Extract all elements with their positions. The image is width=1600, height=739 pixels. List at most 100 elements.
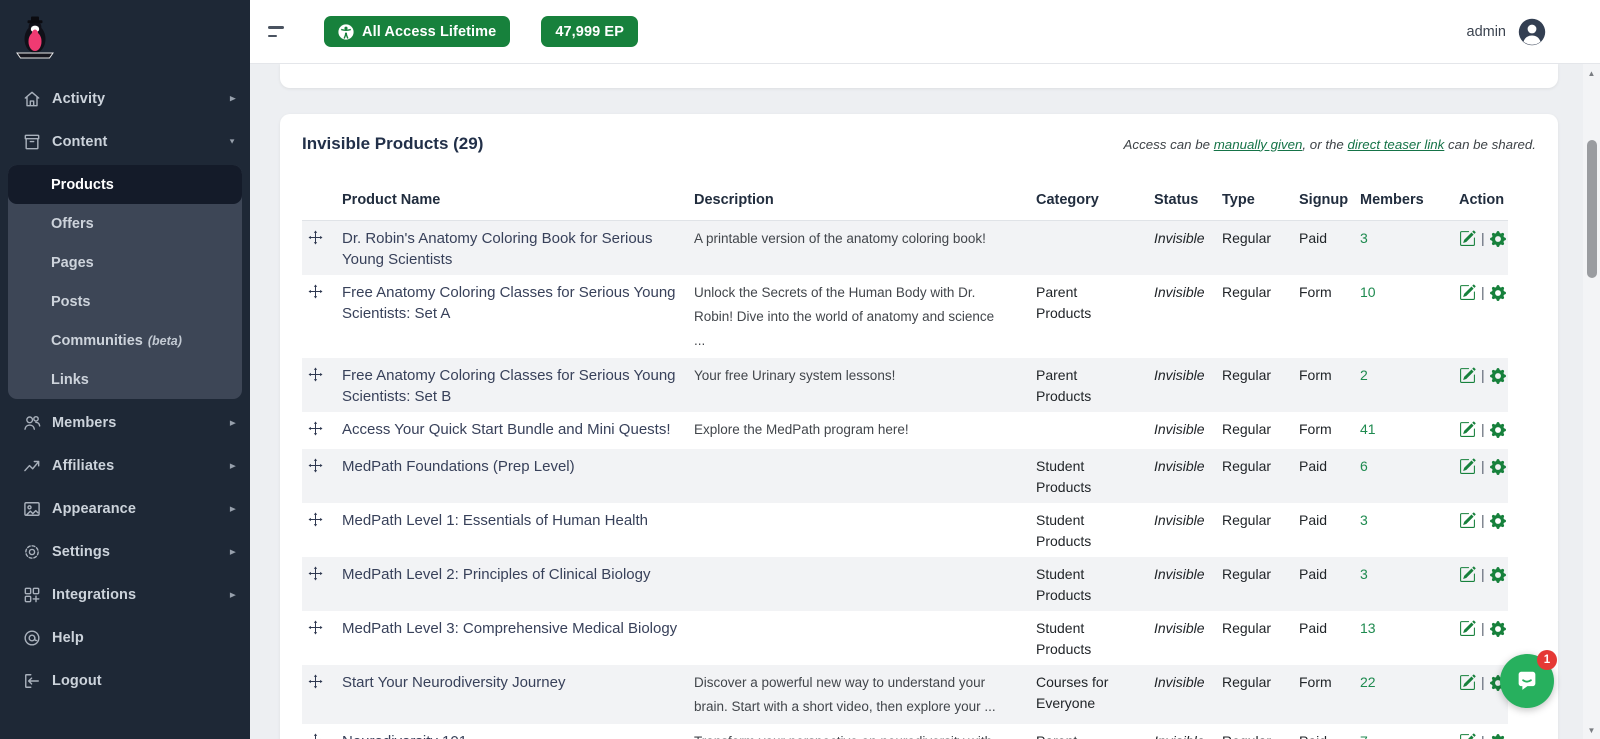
product-settings-button[interactable] — [1490, 422, 1506, 438]
product-signup-cell: Form — [1299, 665, 1360, 724]
members-count-link[interactable]: 7 — [1360, 733, 1368, 739]
edit-product-button[interactable] — [1459, 733, 1476, 739]
drag-handle-icon[interactable] — [308, 367, 323, 382]
members-count-link[interactable]: 3 — [1360, 512, 1368, 528]
members-count-link[interactable]: 6 — [1360, 458, 1368, 474]
hamburger-menu-icon[interactable] — [268, 22, 288, 41]
product-type-cell: Regular — [1222, 412, 1299, 449]
product-category-cell — [1036, 221, 1154, 276]
product-signup-cell: Paid — [1299, 557, 1360, 611]
main-column: All Access Lifetime 47,999 EP admin Invi… — [250, 0, 1600, 739]
note-text: can be shared. — [1444, 137, 1536, 152]
scroll-up-arrow[interactable]: ▲ — [1583, 66, 1600, 80]
vertical-scrollbar[interactable]: ▲ ▼ — [1583, 64, 1600, 739]
sidebar-item-pages[interactable]: Pages — [8, 243, 242, 282]
product-category-cell: Student Products — [1036, 557, 1154, 611]
product-type-cell: Regular — [1222, 358, 1299, 412]
sidebar-item-offers[interactable]: Offers — [8, 204, 242, 243]
sidebar-item-members[interactable]: Members ▶ — [0, 401, 250, 444]
drag-handle-icon[interactable] — [308, 566, 323, 581]
gear-icon — [1490, 422, 1506, 438]
product-name-cell: Start Your Neurodiversity Journey — [342, 665, 694, 724]
product-description-cell — [694, 557, 1036, 611]
product-type-cell: Regular — [1222, 503, 1299, 557]
drag-handle-icon[interactable] — [308, 230, 323, 245]
points-badge[interactable]: 47,999 EP — [541, 16, 638, 47]
drag-handle-icon[interactable] — [308, 733, 323, 739]
sidebar-item-content[interactable]: Content ▼ — [0, 120, 250, 163]
edit-pencil-icon — [1459, 230, 1476, 247]
product-settings-button[interactable] — [1490, 231, 1506, 247]
sidebar-item-appearance[interactable]: Appearance ▶ — [0, 487, 250, 530]
drag-handle-icon[interactable] — [308, 674, 323, 689]
product-settings-button[interactable] — [1490, 621, 1506, 637]
members-count-link[interactable]: 3 — [1360, 230, 1368, 246]
edit-product-button[interactable] — [1459, 566, 1476, 583]
sidebar-item-integrations[interactable]: Integrations ▶ — [0, 573, 250, 616]
sidebar-item-communities[interactable]: Communities(beta) — [8, 321, 242, 360]
edit-product-button[interactable] — [1459, 620, 1476, 637]
members-count-link[interactable]: 2 — [1360, 367, 1368, 383]
sidebar-item-posts[interactable]: Posts — [8, 282, 242, 321]
drag-handle-icon[interactable] — [308, 620, 323, 635]
sidebar-item-links[interactable]: Links — [8, 360, 242, 399]
members-count-link[interactable]: 41 — [1360, 421, 1376, 437]
sidebar-item-settings[interactable]: Settings ▶ — [0, 530, 250, 573]
edit-product-button[interactable] — [1459, 674, 1476, 691]
edit-product-button[interactable] — [1459, 230, 1476, 247]
product-signup-cell: Form — [1299, 275, 1360, 358]
members-count-link[interactable]: 13 — [1360, 620, 1376, 636]
product-description-cell: Unlock the Secrets of the Human Body wit… — [694, 275, 1036, 358]
product-signup-cell: Paid — [1299, 503, 1360, 557]
users-icon — [22, 413, 42, 433]
chevron-right-icon: ▶ — [230, 590, 236, 598]
scroll-down-arrow[interactable]: ▼ — [1583, 723, 1600, 737]
plan-badge[interactable]: All Access Lifetime — [324, 16, 510, 47]
sidebar-item-products[interactable]: Products — [8, 165, 242, 204]
manually-given-link[interactable]: manually given — [1214, 137, 1303, 152]
members-count-link[interactable]: 10 — [1360, 284, 1376, 300]
product-status-cell: Invisible — [1154, 557, 1222, 611]
product-category-cell: Student Products — [1036, 611, 1154, 665]
product-name-cell: MedPath Foundations (Prep Level) — [342, 449, 694, 503]
scrollbar-thumb[interactable] — [1587, 140, 1597, 278]
drag-handle-icon[interactable] — [308, 421, 323, 436]
members-count-link[interactable]: 3 — [1360, 566, 1368, 582]
sidebar-item-logout[interactable]: Logout — [0, 659, 250, 702]
sidebar-item-activity[interactable]: Activity ▶ — [0, 77, 250, 120]
product-settings-button[interactable] — [1490, 285, 1506, 301]
product-settings-button[interactable] — [1490, 513, 1506, 529]
product-category-cell: Parent Products — [1036, 358, 1154, 412]
avatar[interactable] — [1518, 18, 1546, 46]
edit-pencil-icon — [1459, 284, 1476, 301]
edit-pencil-icon — [1459, 512, 1476, 529]
sidebar-item-help[interactable]: Help — [0, 616, 250, 659]
gear-icon — [1490, 513, 1506, 529]
edit-product-button[interactable] — [1459, 421, 1476, 438]
product-settings-button[interactable] — [1490, 567, 1506, 583]
drag-handle-icon[interactable] — [308, 512, 323, 527]
product-category-cell: Courses for Everyone — [1036, 665, 1154, 724]
edit-product-button[interactable] — [1459, 458, 1476, 475]
edit-pencil-icon — [1459, 674, 1476, 691]
edit-product-button[interactable] — [1459, 367, 1476, 384]
chat-launcher-button[interactable]: 1 — [1500, 654, 1554, 708]
product-type-cell: Regular — [1222, 557, 1299, 611]
product-settings-button[interactable] — [1490, 368, 1506, 384]
product-description-cell — [694, 503, 1036, 557]
edit-product-button[interactable] — [1459, 512, 1476, 529]
product-settings-button[interactable] — [1490, 459, 1506, 475]
drag-handle-icon[interactable] — [308, 284, 323, 299]
sidebar-item-label: Settings — [52, 544, 230, 560]
edit-product-button[interactable] — [1459, 284, 1476, 301]
sidebar-item-affiliates[interactable]: Affiliates ▶ — [0, 444, 250, 487]
gear-icon — [1490, 621, 1506, 637]
edit-pencil-icon — [1459, 733, 1476, 739]
drag-handle-icon[interactable] — [308, 458, 323, 473]
product-category-cell — [1036, 412, 1154, 449]
table-row: Neurodiversity 101 Transform your perspe… — [302, 724, 1508, 739]
direct-teaser-link[interactable]: direct teaser link — [1348, 137, 1445, 152]
product-settings-button[interactable] — [1490, 734, 1506, 739]
sidebar-item-label: Help — [52, 630, 236, 646]
members-count-link[interactable]: 22 — [1360, 674, 1376, 690]
